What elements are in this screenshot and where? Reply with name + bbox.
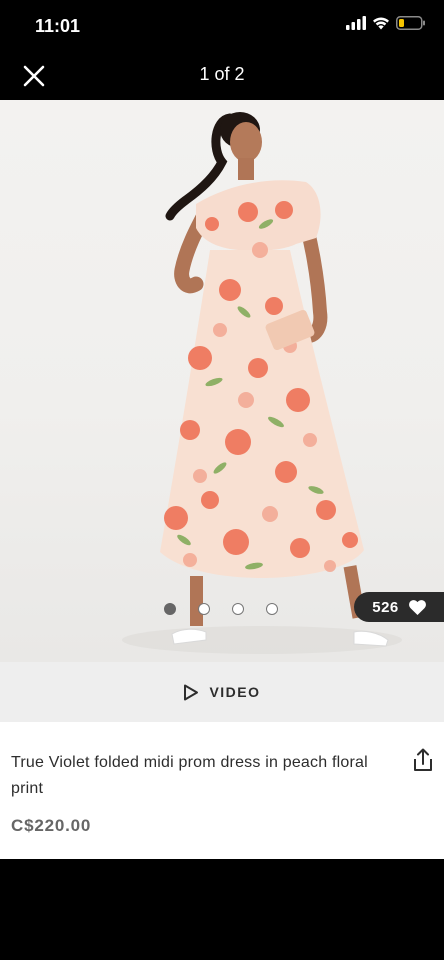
share-button[interactable] xyxy=(412,748,434,772)
bottom-area xyxy=(0,859,444,960)
cellular-signal-icon xyxy=(346,16,366,30)
page-counter: 1 of 2 xyxy=(199,64,245,84)
carousel-dot[interactable] xyxy=(232,603,244,615)
carousel-dots xyxy=(164,603,278,615)
likes-count: 526 xyxy=(372,598,399,616)
play-icon xyxy=(184,684,199,700)
wifi-icon xyxy=(373,17,389,30)
share-icon xyxy=(414,748,432,771)
carousel-dot[interactable] xyxy=(198,603,210,615)
carousel-dot[interactable] xyxy=(266,603,278,615)
video-label: VIDEO xyxy=(209,684,261,700)
nav-bar: 1 of 2 xyxy=(0,52,444,100)
product-price: C$220.00 xyxy=(11,816,92,835)
product-title: True Violet folded midi prom dress in pe… xyxy=(11,754,368,797)
heart-icon xyxy=(408,599,426,615)
video-button[interactable]: VIDEO xyxy=(0,662,444,722)
product-image[interactable] xyxy=(0,100,444,662)
status-icons xyxy=(346,16,426,30)
status-time: 11:01 xyxy=(35,16,81,36)
likes-button[interactable]: 526 xyxy=(354,592,444,622)
battery-low-icon xyxy=(396,16,425,30)
carousel-dot[interactable] xyxy=(164,603,176,615)
status-bar: 11:01 xyxy=(0,0,444,52)
product-photo xyxy=(122,112,402,654)
product-info: True Violet folded midi prom dress in pe… xyxy=(0,722,444,859)
